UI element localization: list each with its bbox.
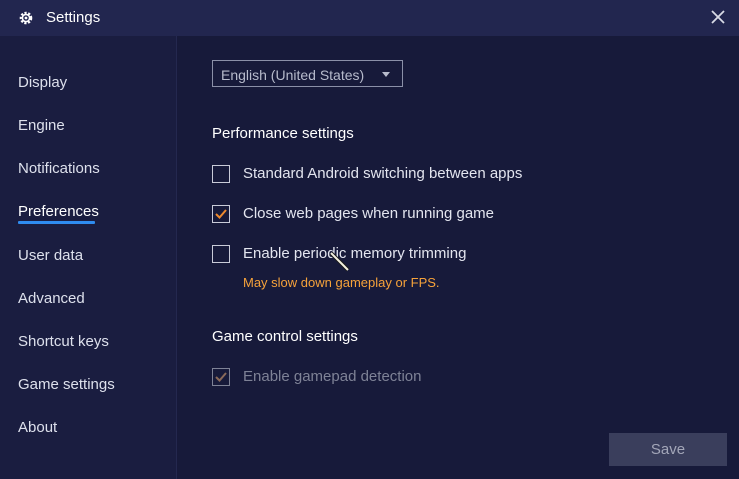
- close-web-pages-checkbox[interactable]: [212, 205, 230, 223]
- android-switching-checkbox[interactable]: [212, 165, 230, 183]
- game-control-section-title: Game control settings: [212, 328, 358, 345]
- sidebar-item-engine[interactable]: Engine: [18, 117, 65, 134]
- option-label: Enable periodic memory trimming: [243, 245, 467, 262]
- option-label: Standard Android switching between apps: [243, 165, 523, 182]
- option-label: Close web pages when running game: [243, 205, 494, 222]
- performance-section-title: Performance settings: [212, 125, 354, 142]
- save-button[interactable]: Save: [609, 433, 727, 466]
- sidebar-nav: Display Engine Notifications Preferences…: [0, 36, 177, 479]
- language-dropdown[interactable]: English (United States): [212, 60, 403, 87]
- sidebar-item-display[interactable]: Display: [18, 74, 67, 91]
- settings-window: Settings Display Engine Notifications Pr…: [0, 0, 739, 479]
- memory-trimming-checkbox[interactable]: [212, 245, 230, 263]
- sidebar-item-game-settings[interactable]: Game settings: [18, 376, 115, 393]
- mouse-cursor-icon: [328, 250, 354, 281]
- sidebar-item-advanced[interactable]: Advanced: [18, 290, 85, 307]
- preferences-panel: English (United States) Performance sett…: [178, 36, 739, 479]
- window-title: Settings: [46, 9, 101, 26]
- checkmark-icon: [215, 372, 227, 382]
- sidebar-item-preferences[interactable]: Preferences: [18, 203, 99, 220]
- active-tab-indicator: [18, 221, 95, 224]
- title-bar: Settings: [0, 0, 739, 36]
- gear-icon: [17, 9, 35, 27]
- checkmark-icon: [215, 209, 227, 219]
- language-dropdown-value: English (United States): [221, 67, 365, 83]
- close-icon[interactable]: [709, 8, 727, 26]
- gamepad-detection-checkbox: [212, 368, 230, 386]
- sidebar-item-about[interactable]: About: [18, 419, 57, 436]
- sidebar-item-user-data[interactable]: User data: [18, 247, 83, 264]
- sidebar-item-shortcut-keys[interactable]: Shortcut keys: [18, 333, 109, 350]
- sidebar-item-notifications[interactable]: Notifications: [18, 160, 100, 177]
- chevron-down-icon: [382, 72, 390, 77]
- option-label: Enable gamepad detection: [243, 368, 422, 385]
